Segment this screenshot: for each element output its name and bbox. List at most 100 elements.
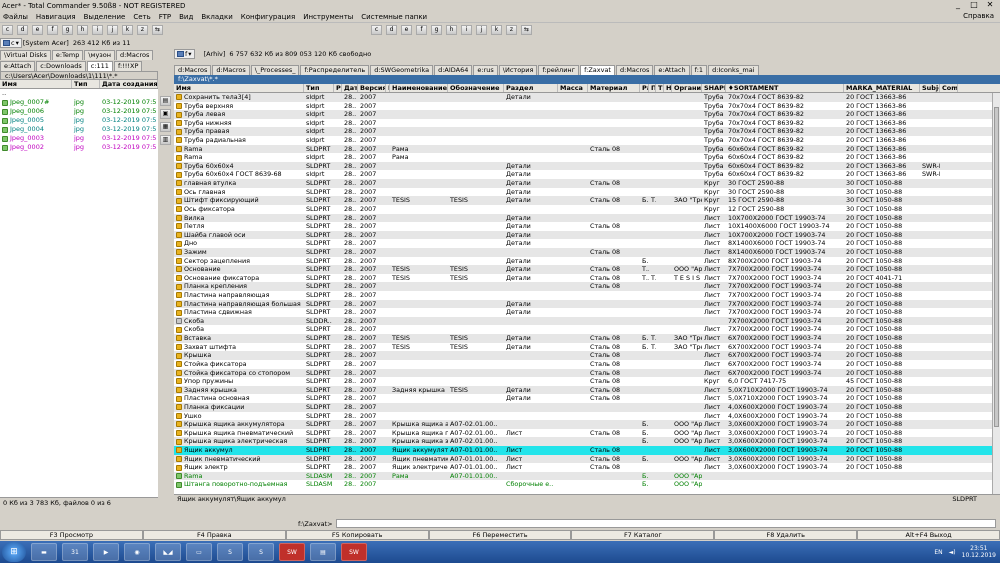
table-row[interactable]: Ящик пневматический SLDPRT 28.. 2007 Ящик пн… [174,454,1000,464]
table-row[interactable]: Пластина направляющая SLDPRT 28.. 2007 Лист 7… [174,291,1000,300]
explorer-icon[interactable]: ▭ [186,543,212,561]
right-col-header[interactable]: П [649,84,656,92]
table-row[interactable]: Труба левая sldprt 28.. 2007 Труба 70x70x4 ГО… [174,110,1000,119]
table-row[interactable]: Вилка SLDPRT 28.. 2007 Детали Лист 10X700X2000… [174,213,1000,223]
table-row[interactable]: Шайба главой оси SLDPRT 28.. 2007 Детали Лист… [174,230,1000,240]
drive-button-icon[interactable]: z [506,25,517,35]
notepad-icon[interactable]: ▤ [310,543,336,561]
drive-button-icon[interactable]: i [461,25,472,35]
right-tab[interactable]: d:Macros [174,64,212,75]
right-col-header[interactable]: Наименование [390,84,448,92]
table-row[interactable]: Сектор зацепленияSLDPRT 28..2007 Детали Б..… [174,257,1000,266]
right-tab[interactable]: \История [498,64,538,75]
right-tab[interactable]: e:Attach [654,64,690,75]
table-row[interactable]: Основание SLDPRT 28.. 2007 TESIS TESIS Детали С… [174,265,1000,274]
drive-button-icon[interactable]: i [92,25,103,35]
drive-button-icon[interactable]: c [2,25,13,35]
drive-button-icon[interactable]: g [431,25,442,35]
right-col-header[interactable]: Comme [940,84,958,92]
table-row[interactable]: Штанга поворотно-подъемная SLDASM 28.. 2007… [174,480,1000,489]
menu-tabs[interactable]: Вкладки [201,13,232,21]
list-item[interactable]: Jpeg_0007# jpg 03-12-2019 07:5 [0,98,158,107]
table-row[interactable]: Захват штифта SLDPRT 28.. 2007 TESIS TESIS Дет… [174,343,1000,352]
table-row[interactable]: Скоба SLDDR.. 28.. 2007 7X700X2000 ГОСТ 1990… [174,316,1000,326]
table-row[interactable]: Основание фиксатора SLDPRT 28.. 2007 TESIS TE… [174,274,1000,283]
right-col-header[interactable]: Материал [588,84,640,92]
menu-view[interactable]: Вид [179,13,193,21]
move-icon[interactable]: ▣ [160,109,171,119]
right-tab[interactable]: d:SWGeometrika [370,64,434,75]
batman-icon[interactable]: ◣◢ [155,543,181,561]
table-row[interactable]: RamaSLDASM 28..2007 Рама A07-01.01.00.. Б.. О… [174,471,1000,481]
right-col-header[interactable]: Организац [672,84,702,92]
left-tab[interactable]: c:Downloads [36,60,86,71]
drive-button-icon[interactable]: h [77,25,88,35]
right-path[interactable]: f:\Zaxvat\*.* [174,75,1000,84]
right-tab[interactable]: f:рейлинг [538,64,580,75]
menu-system-folders[interactable]: Системные папки [361,13,427,21]
new-folder-icon[interactable]: ▦ [160,122,171,132]
network-icon[interactable]: ⇆ [152,25,163,35]
table-row[interactable]: Планка крепления SLDPRT 28.. 2007 Сталь 08 Ли… [174,282,1000,292]
right-col-header[interactable]: MARKA_MATERIAL [844,84,920,92]
menu-files[interactable]: Файлы [3,13,28,21]
right-col-header[interactable]: ♦SORTAMENT [726,84,844,92]
table-row[interactable]: Вставка SLDPRT 28.. 2007 TESIS TESIS Детали Ста… [174,334,1000,343]
menu-help[interactable]: Справка [963,12,994,20]
parent-dir-row[interactable]: .. [0,89,158,98]
list-item[interactable]: Jpeg_0006 jpg 03-12-2019 07:5 [0,107,158,116]
left-tab[interactable]: e:Temp [51,49,84,60]
drive-button-icon[interactable]: j [476,25,487,35]
right-tab[interactable]: f:Распределитель [300,64,370,75]
f3-view-button[interactable]: F3 Просмотр [0,530,143,540]
drive-button-icon[interactable]: f [47,25,58,35]
right-col-header[interactable]: ТК [656,84,664,92]
menu-ftp[interactable]: FTP [159,13,171,21]
menu-selection[interactable]: Выделение [84,13,126,21]
volume-icon[interactable]: ◄) [949,549,956,556]
right-col-header[interactable]: Обозначение [448,84,504,92]
table-row[interactable]: Крышка SLDPRT 28.. 2007 Сталь 08 Лист 6X700X20… [174,351,1000,360]
menu-navigation[interactable]: Навигация [36,13,76,21]
skype-icon[interactable]: S [248,543,274,561]
drive-button-icon[interactable]: j [107,25,118,35]
table-row[interactable]: Труба правая sldprt 28.. 2007 Труба 70x70x4 Г… [174,127,1000,137]
table-row[interactable]: Крышка ящика аккумулятора SLDPRT 28.. 2007 К… [174,420,1000,429]
drive-button-icon[interactable]: g [62,25,73,35]
left-tab[interactable]: f:!!!XP [113,60,143,71]
table-row[interactable]: Крышка ящика пневматический SLDPRT 28.. 200… [174,429,1000,438]
solidworks-icon[interactable]: SW [279,543,305,561]
table-row[interactable]: Крышка ящика электрическая SLDPRT 28.. 2007… [174,437,1000,446]
right-tab[interactable]: d:Iconks_mai [708,64,759,75]
right-tab-active[interactable]: f:Zaxvat [580,64,615,75]
right-tab[interactable]: f:1 [690,64,708,75]
table-row[interactable]: Пластина направляющая большая SLDPRT 28.. 2… [174,299,1000,309]
right-tab[interactable]: e:rus [473,64,498,75]
table-row[interactable]: Ящик электрSLDPRT 28..2007 Ящик электричес… [174,463,1000,472]
scrollbar-thumb[interactable] [994,107,999,427]
command-input[interactable] [335,519,996,528]
network-icon[interactable]: ⇆ [521,25,532,35]
table-row[interactable]: Ось фиксатора SLDPRT 28.. 2007 Круг 12 ГОСТ 2… [174,205,1000,214]
table-row[interactable]: Rama sldprt 28.. 2007 Рама Труба 60x60x4 ГОСТ … [174,153,1000,162]
right-tab[interactable]: d:AIDA64 [434,64,473,75]
table-row[interactable]: Петля SLDPRT 28.. 2007 Детали Сталь 08 Лист 10X… [174,222,1000,231]
table-row[interactable]: Пластина сдвижная SLDPRT 28.. 2007 Детали Лис… [174,308,1000,317]
right-col-header[interactable]: Имя [174,84,304,92]
table-row[interactable]: Труба верхняя sldprt 28.. 2007 Труба 70x70x4 … [174,102,1000,111]
left-path[interactable]: c:\Users\Acer\Downloads\1\111\*.* [0,71,158,80]
alt-f4-exit-button[interactable]: Alt+F4 Выход [857,530,1000,540]
table-row-selected[interactable]: Ящик аккумул SLDPRT 28.. 2007 Ящик аккумулят… [174,445,1000,455]
f6-move-button[interactable]: F6 Переместить [428,530,572,540]
drive-button-icon[interactable]: d [17,25,28,35]
table-row[interactable]: Стойка фиксатора SLDPRT 28.. 2007 Сталь 08 Ли… [174,360,1000,369]
right-col-header[interactable]: Н: [664,84,672,92]
table-row[interactable]: Упор пружины SLDPRT 28.. 2007 Сталь 08 Круг 6,… [174,377,1000,386]
table-row[interactable]: Зажим SLDPRT 28.. 2007 Сталь 08 Лист 8X1400X60… [174,247,1000,257]
f8-delete-button[interactable]: F8 Удалить [714,530,858,540]
start-button[interactable]: ⊞ [2,542,26,562]
table-row[interactable]: Ось главная SLDPRT 28.. 2007 Детали Круг 30 ГО… [174,188,1000,197]
left-drive-select[interactable]: c ▾ [0,38,22,48]
table-row[interactable]: Сохранить тела3[4] sldprt 28.. 2007 Детали Тр… [174,93,1000,102]
media-player-icon[interactable]: ▶ [93,543,119,561]
